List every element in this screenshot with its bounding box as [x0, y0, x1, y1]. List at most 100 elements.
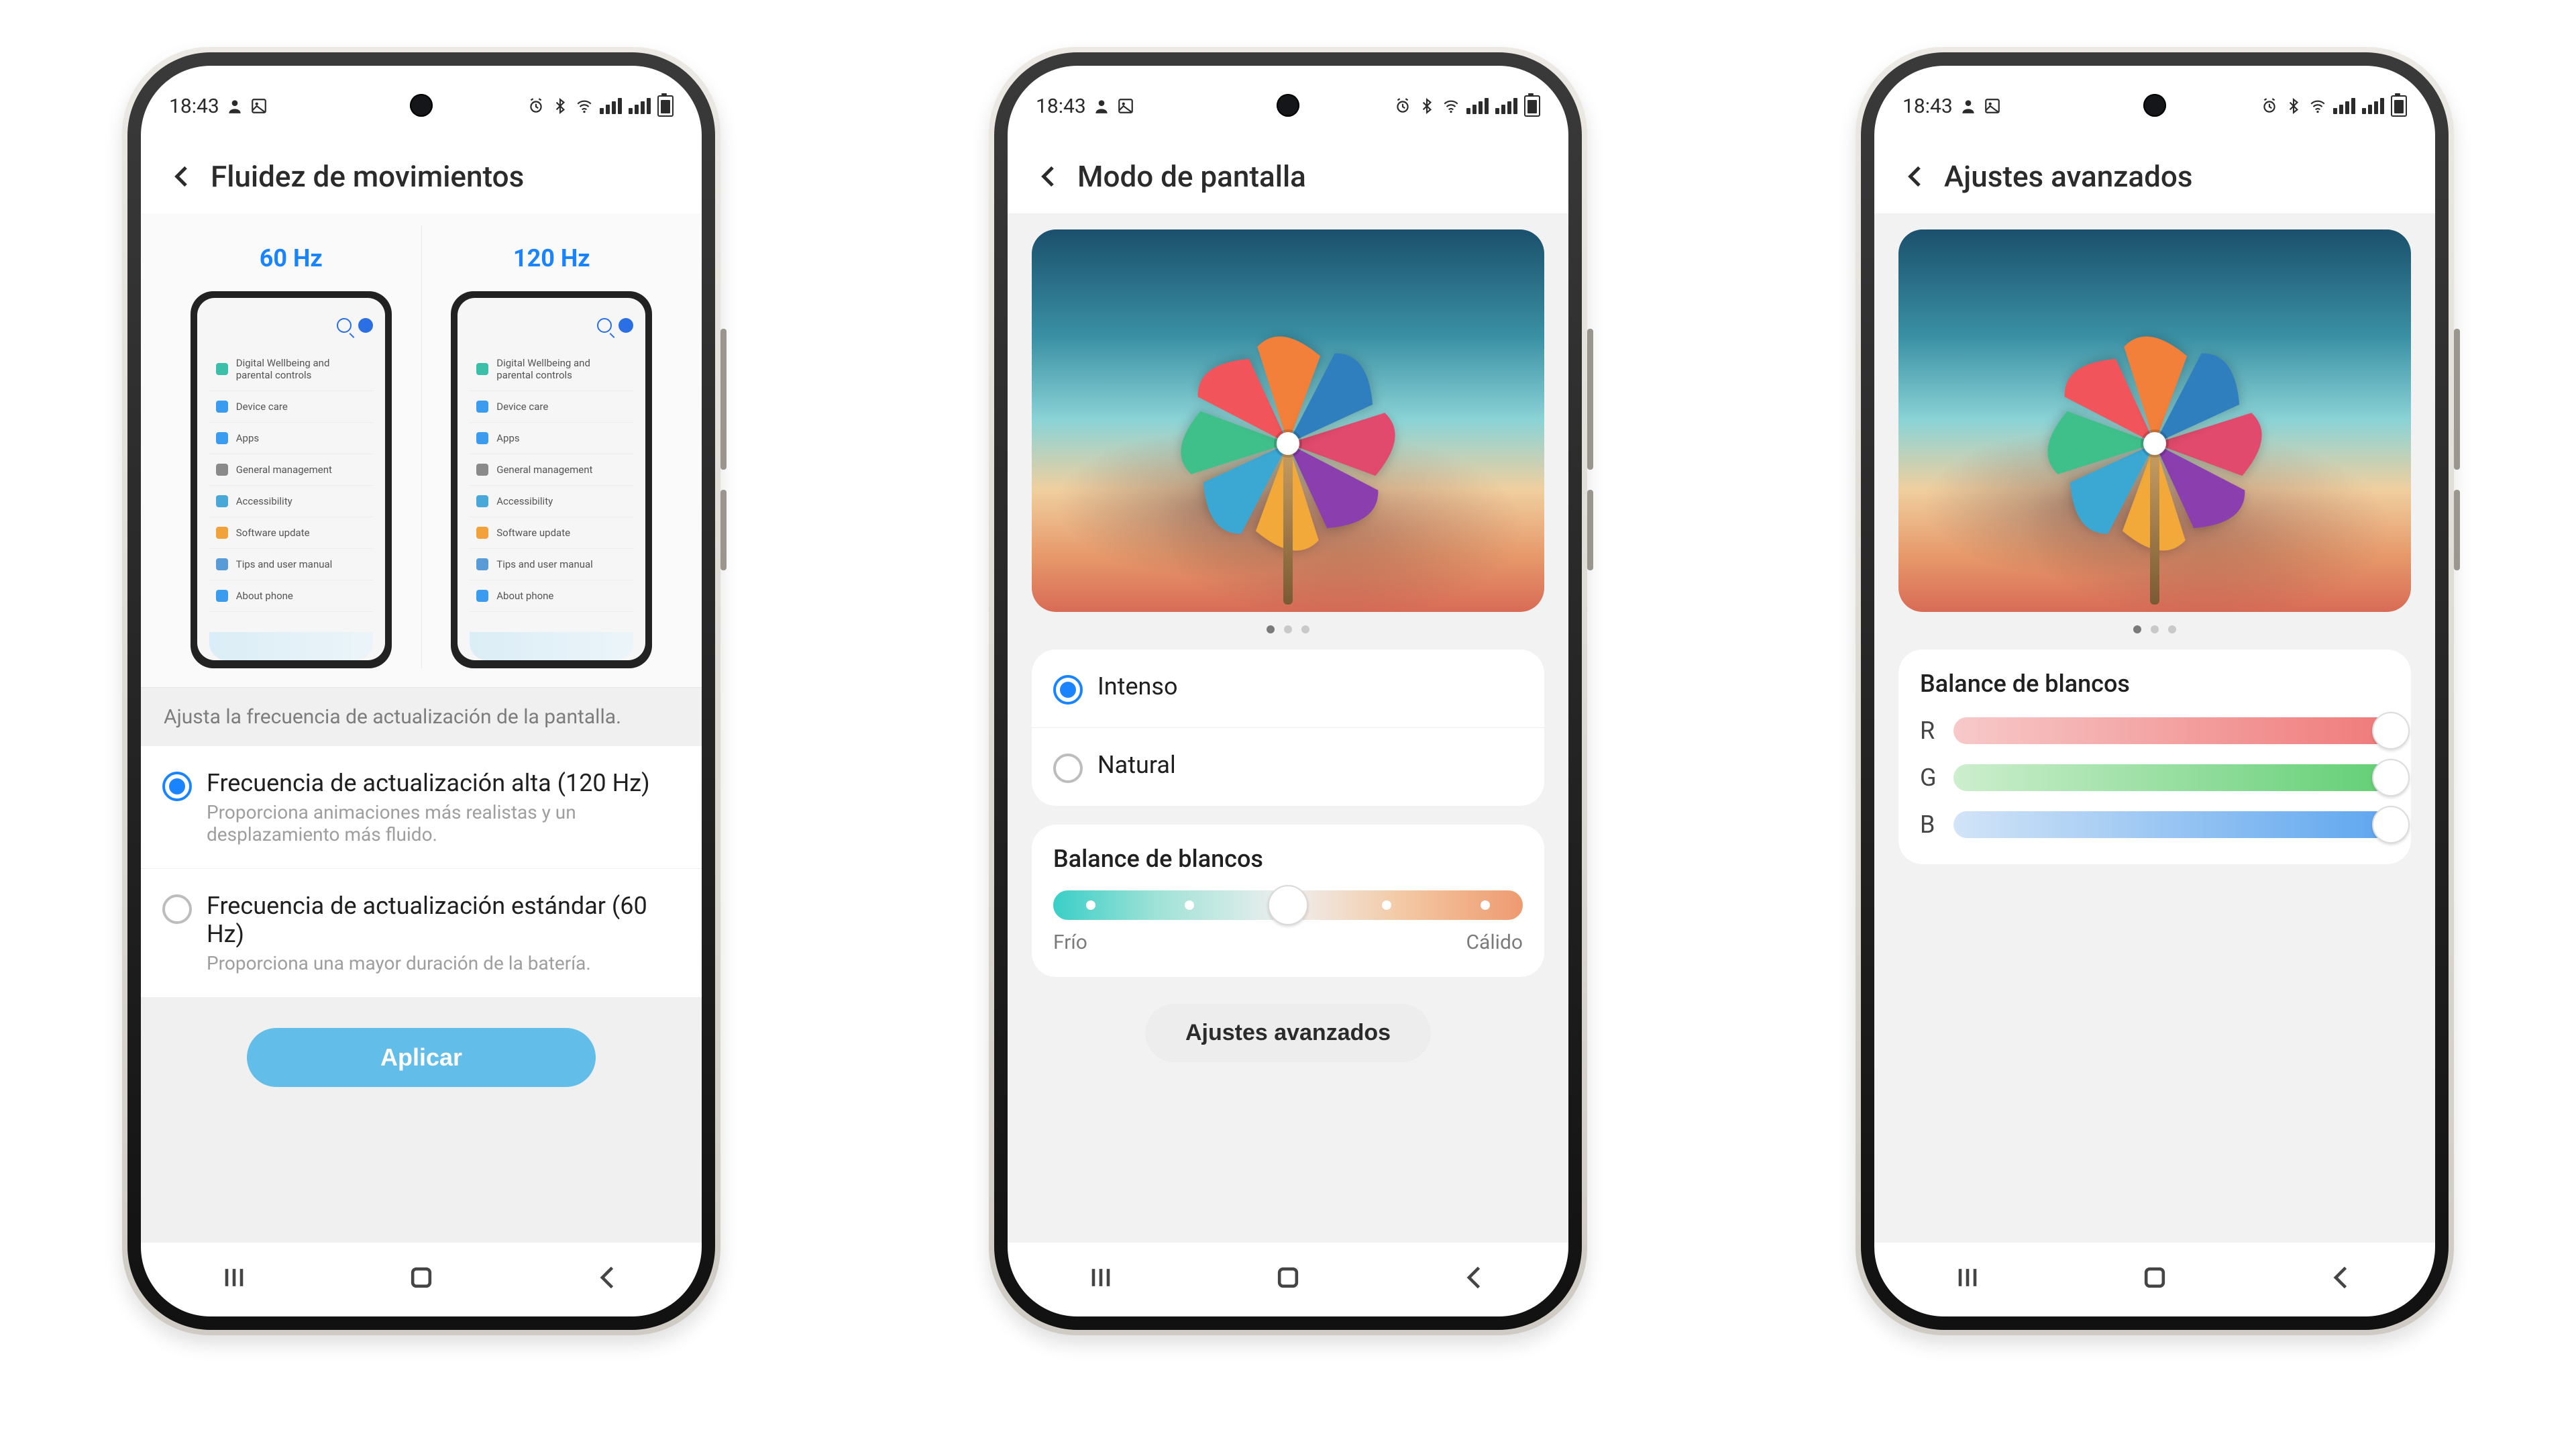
hz-60-label: 60 Hz — [260, 244, 323, 272]
slider-thumb[interactable] — [2372, 806, 2410, 843]
nav-bar — [1874, 1253, 2435, 1302]
label-warm: Cálido — [1466, 931, 1523, 954]
option-60hz[interactable]: Frecuencia de actualización estándar (60… — [141, 869, 702, 997]
hz-120-column[interactable]: 120 Hz Digital Wellbeing and parental co… — [421, 225, 682, 668]
signal-icon — [600, 98, 622, 114]
phone-side-button-2 — [720, 490, 727, 570]
wifi-icon — [2309, 97, 2326, 115]
status-time: 18:43 — [1902, 95, 1953, 118]
page-title: Modo de pantalla — [1077, 159, 1306, 194]
nav-bar — [1008, 1253, 1568, 1302]
label-r: R — [1920, 717, 1941, 745]
content: Balance de blancos R G B — [1874, 213, 2435, 1243]
person-icon — [1960, 97, 1977, 115]
phone-side-button — [2454, 329, 2460, 470]
header: Fluidez de movimientos — [141, 140, 702, 213]
label-cold: Frío — [1053, 931, 1087, 954]
apply-button[interactable]: Aplicar — [247, 1028, 596, 1087]
radio-unchecked-icon — [162, 894, 192, 924]
preview-image[interactable] — [1898, 229, 2411, 612]
label-g: G — [1920, 764, 1941, 792]
screen: 18:43 Modo de pantalla — [1008, 66, 1568, 1316]
battery-icon — [2391, 95, 2407, 117]
white-balance-slider[interactable] — [1053, 890, 1523, 920]
nav-bar — [141, 1253, 702, 1302]
phone-modo-pantalla: 18:43 Modo de pantalla — [989, 47, 1587, 1335]
nav-recent[interactable] — [1082, 1259, 1120, 1296]
phone-side-button — [1587, 329, 1593, 470]
white-balance-card: Balance de blancos Frío Cálido — [1032, 825, 1544, 977]
refresh-rate-options: Frecuencia de actualización alta (120 Hz… — [141, 746, 702, 997]
white-balance-labels: Frío Cálido — [1053, 931, 1523, 954]
option-natural[interactable]: Natural — [1032, 728, 1544, 806]
wifi-icon — [576, 97, 593, 115]
back-button[interactable] — [164, 158, 201, 195]
slider-blue[interactable]: B — [1920, 811, 2390, 839]
signal-icon-2 — [1495, 98, 1517, 114]
page-indicator[interactable] — [1874, 625, 2435, 633]
header: Modo de pantalla — [1008, 140, 1568, 213]
signal-icon-2 — [629, 98, 651, 114]
status-time: 18:43 — [169, 95, 219, 118]
radio-unchecked-icon — [1053, 754, 1083, 783]
screen: 18:43 Ajustes avanzados — [1874, 66, 2435, 1316]
nav-home[interactable] — [1269, 1259, 1307, 1296]
slider-red[interactable]: R — [1920, 717, 2390, 745]
nav-recent[interactable] — [215, 1259, 253, 1296]
preview-phone-60: Digital Wellbeing and parental controls … — [191, 291, 392, 668]
back-button[interactable] — [1030, 158, 1068, 195]
nav-back[interactable] — [1456, 1259, 1494, 1296]
advanced-settings-button[interactable]: Ajustes avanzados — [1145, 1004, 1431, 1062]
option-title: Frecuencia de actualización alta (120 Hz… — [207, 769, 680, 797]
image-icon — [1984, 97, 2001, 115]
nav-recent[interactable] — [1949, 1259, 1986, 1296]
status-bar: 18:43 — [169, 86, 674, 126]
option-desc: Proporciona una mayor duración de la bat… — [207, 952, 680, 974]
option-desc: Proporciona animaciones más realistas y … — [207, 801, 680, 845]
page-title: Fluidez de movimientos — [211, 159, 524, 194]
option-title: Intenso — [1097, 672, 1523, 701]
nav-back[interactable] — [2323, 1259, 2361, 1296]
alarm-icon — [1394, 97, 1411, 115]
slider-track[interactable] — [1953, 764, 2390, 791]
image-icon — [250, 97, 268, 115]
signal-icon — [1466, 98, 1489, 114]
person-icon — [226, 97, 244, 115]
option-120hz[interactable]: Frecuencia de actualización alta (120 Hz… — [141, 746, 702, 869]
white-balance-title: Balance de blancos — [1053, 845, 1523, 873]
phone-side-button — [720, 329, 727, 470]
slider-green[interactable]: G — [1920, 764, 2390, 792]
option-intenso[interactable]: Intenso — [1032, 650, 1544, 728]
signal-icon — [2333, 98, 2355, 114]
header: Ajustes avanzados — [1874, 140, 2435, 213]
slider-track[interactable] — [1953, 717, 2390, 744]
person-icon — [1093, 97, 1110, 115]
slider-thumb[interactable] — [2372, 712, 2410, 749]
content: Intenso Natural Balance de blancos Fr — [1008, 213, 1568, 1243]
nav-back[interactable] — [590, 1259, 627, 1296]
preview-image[interactable] — [1032, 229, 1544, 612]
back-button[interactable] — [1897, 158, 1935, 195]
bluetooth-icon — [551, 97, 569, 115]
phone-side-button-2 — [1587, 490, 1593, 570]
alarm-icon — [527, 97, 545, 115]
slider-track[interactable] — [1953, 811, 2390, 838]
signal-icon-2 — [2362, 98, 2384, 114]
hz-60-column[interactable]: 60 Hz Digital Wellbeing and parental con… — [161, 225, 421, 668]
radio-checked-icon — [162, 772, 192, 801]
slider-thumb[interactable] — [2372, 759, 2410, 796]
nav-home[interactable] — [2136, 1259, 2174, 1296]
refresh-rate-compare: 60 Hz Digital Wellbeing and parental con… — [141, 213, 702, 688]
wifi-icon — [1442, 97, 1460, 115]
bluetooth-icon — [2285, 97, 2302, 115]
nav-home[interactable] — [402, 1259, 440, 1296]
screen-mode-options: Intenso Natural — [1032, 650, 1544, 806]
content: 60 Hz Digital Wellbeing and parental con… — [141, 213, 702, 1243]
description-text: Ajusta la frecuencia de actualización de… — [141, 688, 702, 746]
page-title: Ajustes avanzados — [1944, 159, 2193, 194]
slider-thumb[interactable] — [1268, 885, 1308, 925]
page-indicator[interactable] — [1008, 625, 1568, 633]
status-bar: 18:43 — [1902, 86, 2407, 126]
avatar-icon — [358, 318, 373, 333]
phone-side-button-2 — [2454, 490, 2460, 570]
